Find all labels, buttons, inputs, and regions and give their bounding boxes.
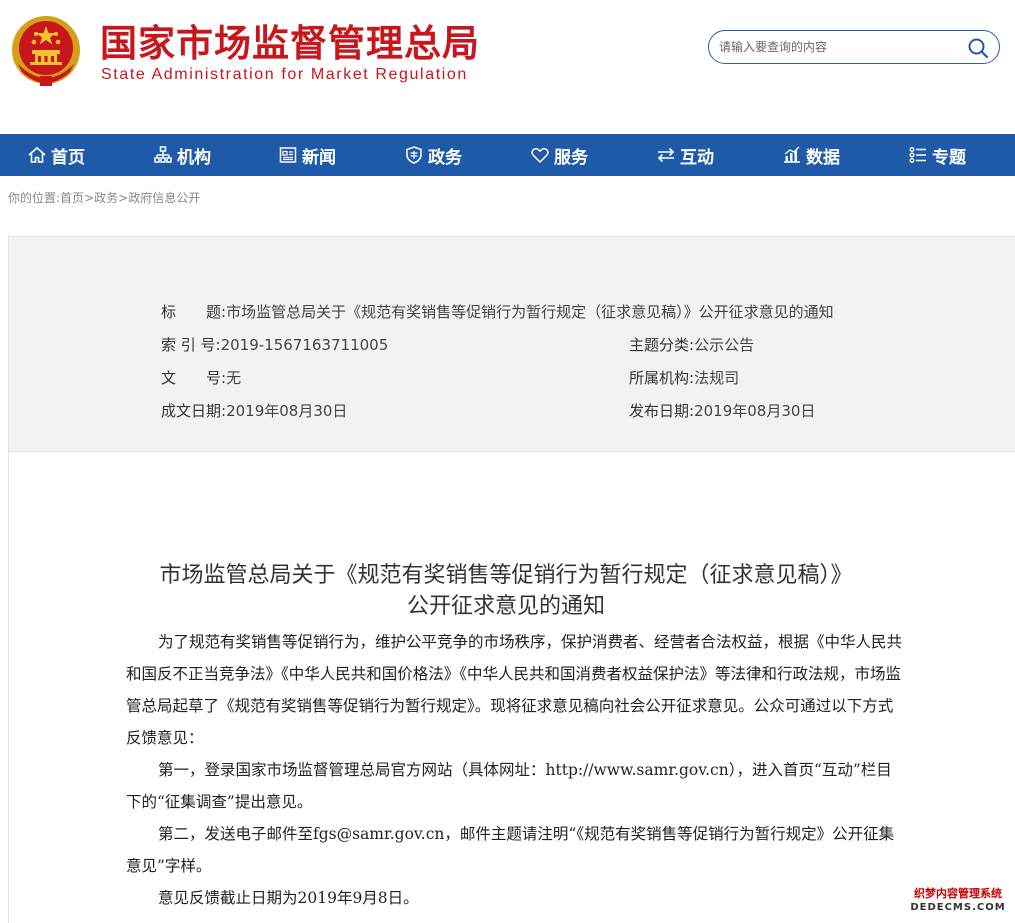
main-nav: 首页 机构 新闻 政务 服务 互动 数据 专题: [0, 134, 1015, 176]
nav-label: 首页: [51, 147, 85, 168]
watermark-line2: DEDECMS.COM: [910, 902, 1006, 913]
nav-item-affairs[interactable]: 政务: [404, 134, 462, 176]
meta-docno-row: 文 号:无: [161, 367, 241, 388]
meta-title-label: 标 题:: [161, 303, 227, 321]
meta-category-value: 公示公告: [694, 336, 755, 354]
watermark: 织梦内容管理系统 DEDECMS.COM: [904, 887, 1012, 919]
chart-icon: [784, 146, 800, 163]
national-emblem-icon: [12, 16, 80, 86]
meta-created-value: 2019年08月30日: [226, 402, 348, 420]
document-meta-box: 标 题:市场监管总局关于《规范有奖销售等促销行为暂行规定（征求意见稿）》公开征求…: [8, 236, 1015, 452]
search-input[interactable]: [719, 37, 959, 57]
meta-published-label: 发布日期:: [629, 402, 695, 420]
breadcrumb-prefix: 你的位置:: [8, 191, 61, 205]
breadcrumb-info-disclosure[interactable]: 政府信息公开: [128, 191, 200, 205]
nav-item-service[interactable]: 服务: [530, 134, 588, 176]
meta-docno-label: 文 号:: [161, 369, 227, 387]
meta-org-label: 所属机构:: [629, 369, 695, 387]
breadcrumb-separator: >: [118, 191, 129, 205]
meta-docno-value: 无: [226, 369, 242, 387]
article-body: 市场监管总局关于《规范有奖销售等促销行为暂行规定（征求意见稿）》 公开征求意见的…: [8, 452, 1015, 923]
meta-published-row: 发布日期:2019年08月30日: [629, 400, 815, 421]
nav-label: 政务: [428, 147, 462, 168]
site-header: 国家市场监督管理总局 State Administration for Mark…: [0, 0, 1015, 134]
shield-icon: [406, 146, 422, 164]
watermark-line1: 织梦内容管理系统: [914, 887, 1002, 900]
article-title: 市场监管总局关于《规范有奖销售等促销行为暂行规定（征求意见稿）》 公开征求意见的…: [131, 560, 881, 622]
meta-index-value: 2019-1567163711005: [220, 336, 389, 354]
nav-label: 专题: [932, 147, 966, 168]
list-icon: [909, 147, 926, 163]
site-name-en: State Administration for Market Regulati…: [101, 66, 468, 83]
meta-published-value: 2019年08月30日: [694, 402, 816, 420]
article-paragraph: 意见反馈截止日期为2019年9月8日。: [158, 889, 419, 907]
search-icon[interactable]: [967, 37, 989, 59]
article-paragraph: 第一，登录国家市场监督管理总局官方网站（具体网址：http://www.samr…: [126, 761, 892, 811]
meta-title-row: 标 题:市场监管总局关于《规范有奖销售等促销行为暂行规定（征求意见稿）》公开征求…: [161, 301, 834, 322]
meta-index-row: 索 引 号:2019-1567163711005: [161, 334, 388, 355]
search-box: [708, 30, 1000, 64]
meta-index-label: 索 引 号:: [161, 336, 221, 354]
nav-item-org[interactable]: 机构: [153, 134, 211, 176]
newspaper-icon: [279, 147, 297, 163]
article-title-line2: 公开征求意见的通知: [406, 594, 605, 619]
breadcrumb-separator: >: [84, 191, 95, 205]
nav-label: 新闻: [302, 147, 336, 168]
site-name-cn: 国家市场监督管理总局: [100, 22, 480, 65]
nav-item-data[interactable]: 数据: [782, 134, 840, 176]
meta-created-label: 成文日期:: [161, 402, 227, 420]
article-paragraph: 第二，发送电子邮件至fgs@samr.gov.cn，邮件主题请注明“《规范有奖销…: [126, 825, 895, 875]
breadcrumb-home[interactable]: 首页: [60, 191, 84, 205]
nav-item-interaction[interactable]: 互动: [656, 134, 714, 176]
home-icon: [28, 146, 46, 163]
meta-category-row: 主题分类:公示公告: [629, 334, 754, 355]
article-title-line1: 市场监管总局关于《规范有奖销售等促销行为暂行规定（征求意见稿）》: [159, 563, 853, 588]
breadcrumb-affairs[interactable]: 政务: [94, 191, 118, 205]
nav-label: 数据: [806, 147, 840, 168]
meta-org-row: 所属机构:法规司: [629, 367, 739, 388]
meta-category-label: 主题分类:: [629, 336, 695, 354]
nav-label: 机构: [177, 147, 211, 168]
meta-created-row: 成文日期:2019年08月30日: [161, 400, 347, 421]
heart-icon: [531, 147, 549, 164]
meta-title-value: 市场监管总局关于《规范有奖销售等促销行为暂行规定（征求意见稿）》公开征求意见的通…: [226, 303, 834, 321]
org-chart-icon: [154, 146, 172, 163]
nav-item-topics[interactable]: 专题: [908, 134, 966, 176]
exchange-icon: [657, 147, 675, 163]
nav-label: 服务: [554, 147, 588, 168]
nav-label: 互动: [680, 147, 714, 168]
nav-item-home[interactable]: 首页: [27, 134, 85, 176]
article-paragraph: 为了规范有奖销售等促销行为，维护公平竞争的市场秩序，保护消费者、经营者合法权益，…: [126, 633, 903, 747]
breadcrumb: 你的位置:首页>政务>政府信息公开: [8, 189, 200, 206]
nav-item-news[interactable]: 新闻: [278, 134, 336, 176]
breadcrumb-bar: 你的位置:首页>政务>政府信息公开: [0, 176, 1015, 222]
meta-org-value: 法规司: [694, 369, 740, 387]
